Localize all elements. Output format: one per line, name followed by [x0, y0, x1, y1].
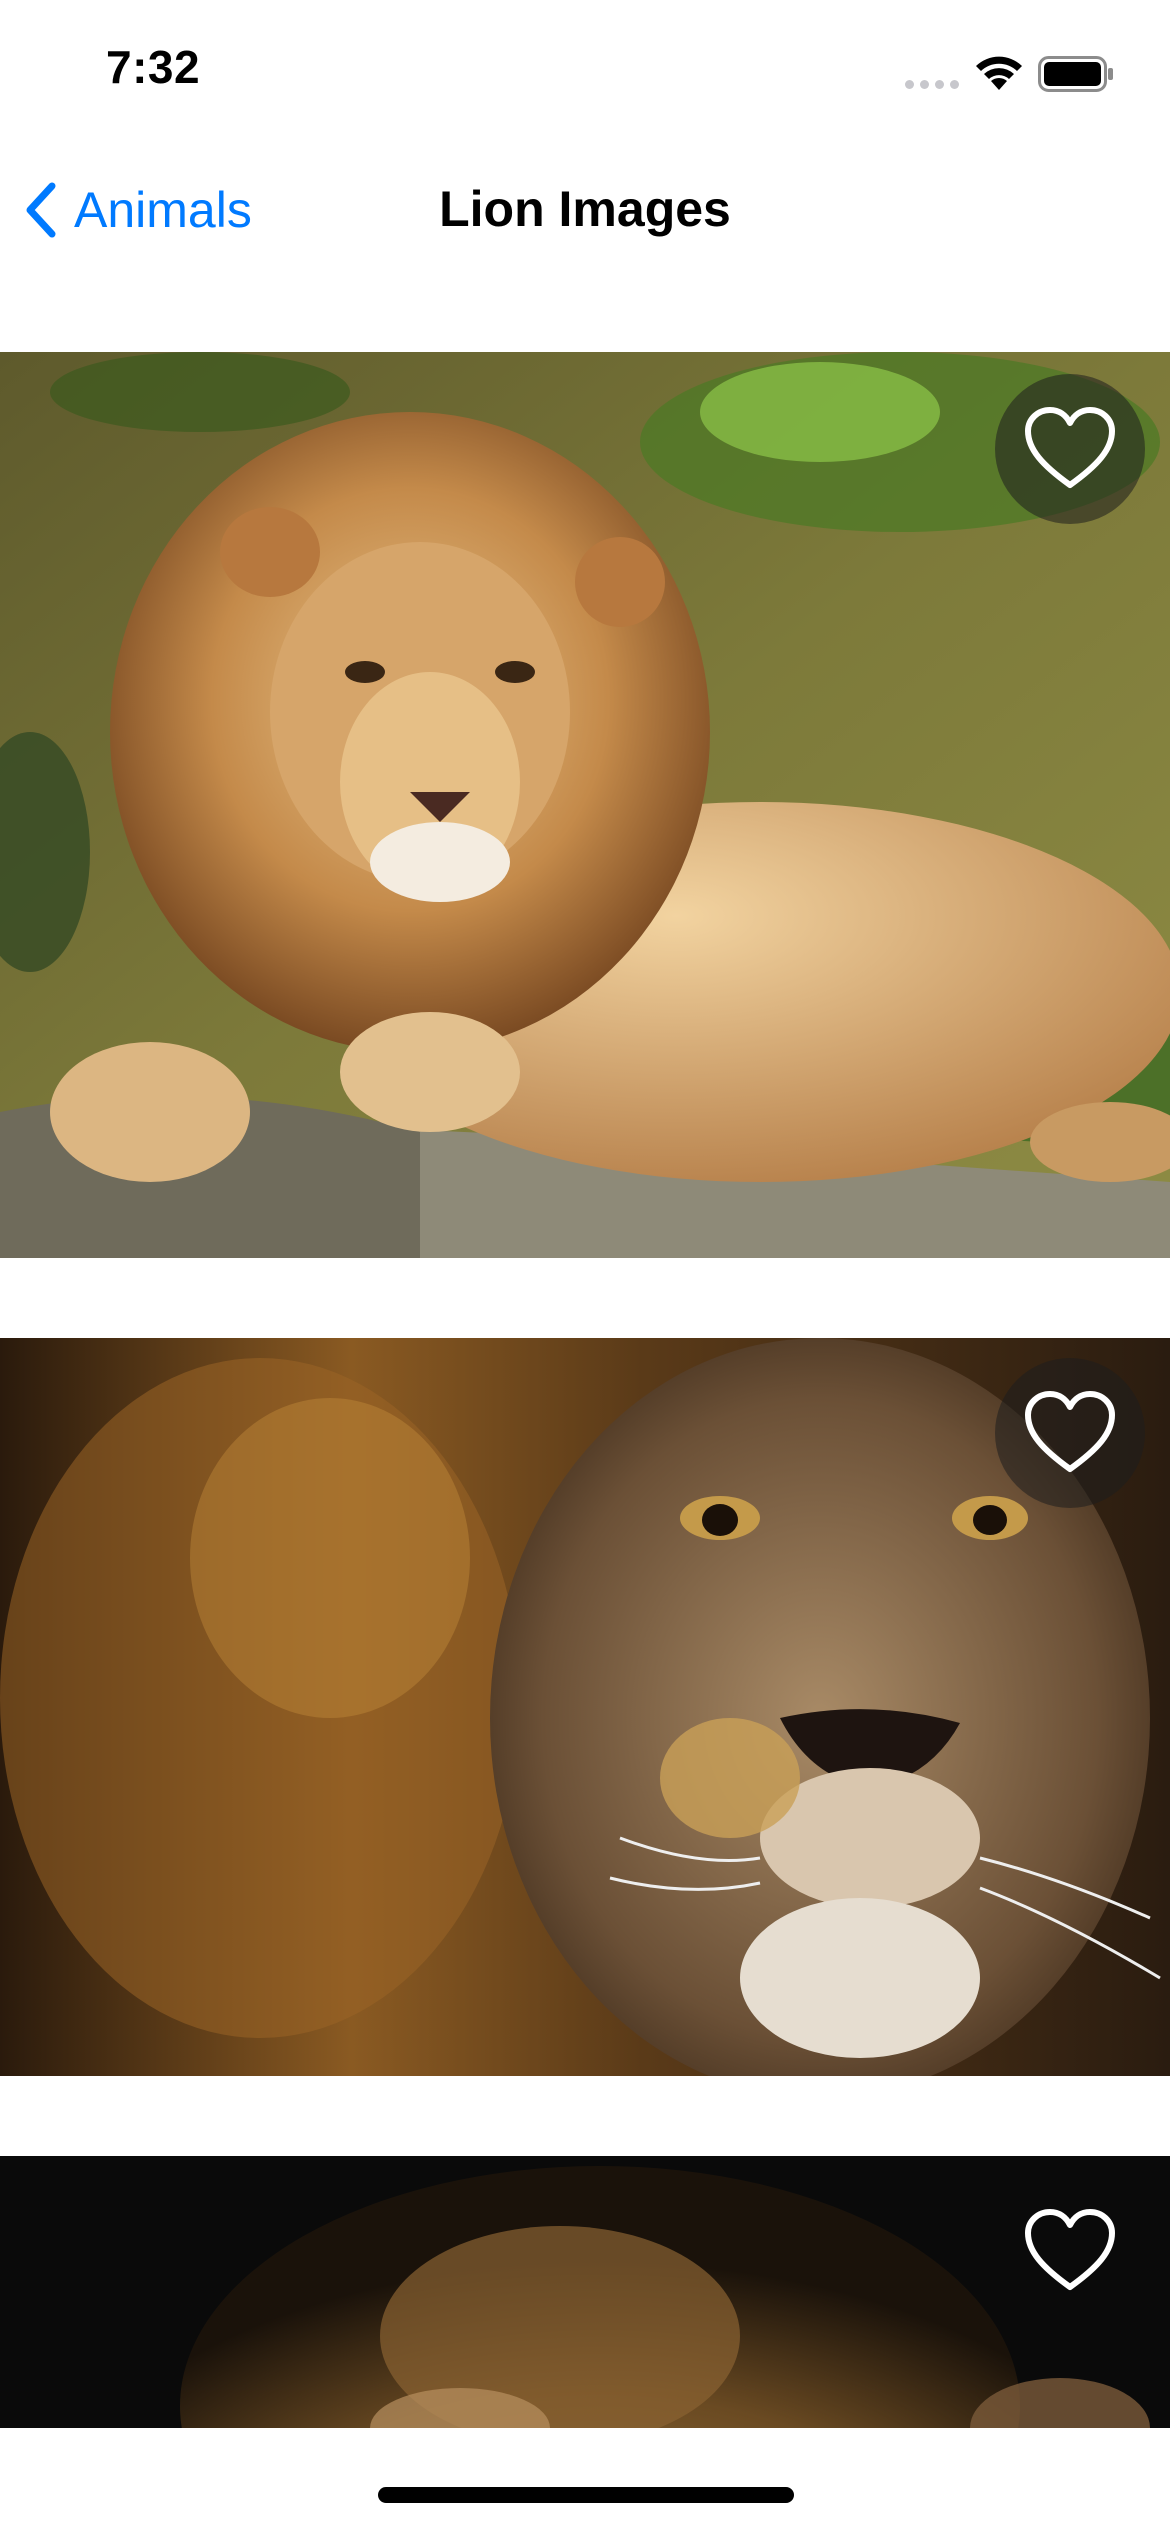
status-bar: 7:32	[0, 0, 1170, 140]
heart-outline-icon	[1025, 1391, 1115, 1472]
page-title: Lion Images	[439, 181, 731, 237]
wifi-icon	[976, 56, 1022, 90]
favorite-button[interactable]	[995, 2176, 1145, 2326]
lion-photo	[0, 352, 1170, 1258]
status-time: 7:32	[106, 41, 201, 93]
lion-photo	[0, 1338, 1170, 2076]
lion-photo	[0, 2156, 1170, 2428]
cellular-signal-icon	[905, 80, 959, 89]
navigation-bar: Animals Lion Images	[0, 150, 1170, 270]
home-indicator[interactable]	[378, 2487, 794, 2503]
heart-outline-icon	[1025, 407, 1115, 488]
favorite-button[interactable]	[995, 1358, 1145, 1508]
screen: 7:32 Animals Lion Images	[0, 0, 1170, 2532]
battery-icon	[1038, 56, 1113, 92]
favorite-button[interactable]	[995, 374, 1145, 524]
lion-image-card[interactable]	[0, 352, 1170, 1258]
heart-outline-icon	[1025, 2209, 1115, 2290]
lion-image-card[interactable]	[0, 2156, 1170, 2428]
lion-image-card[interactable]	[0, 1338, 1170, 2076]
